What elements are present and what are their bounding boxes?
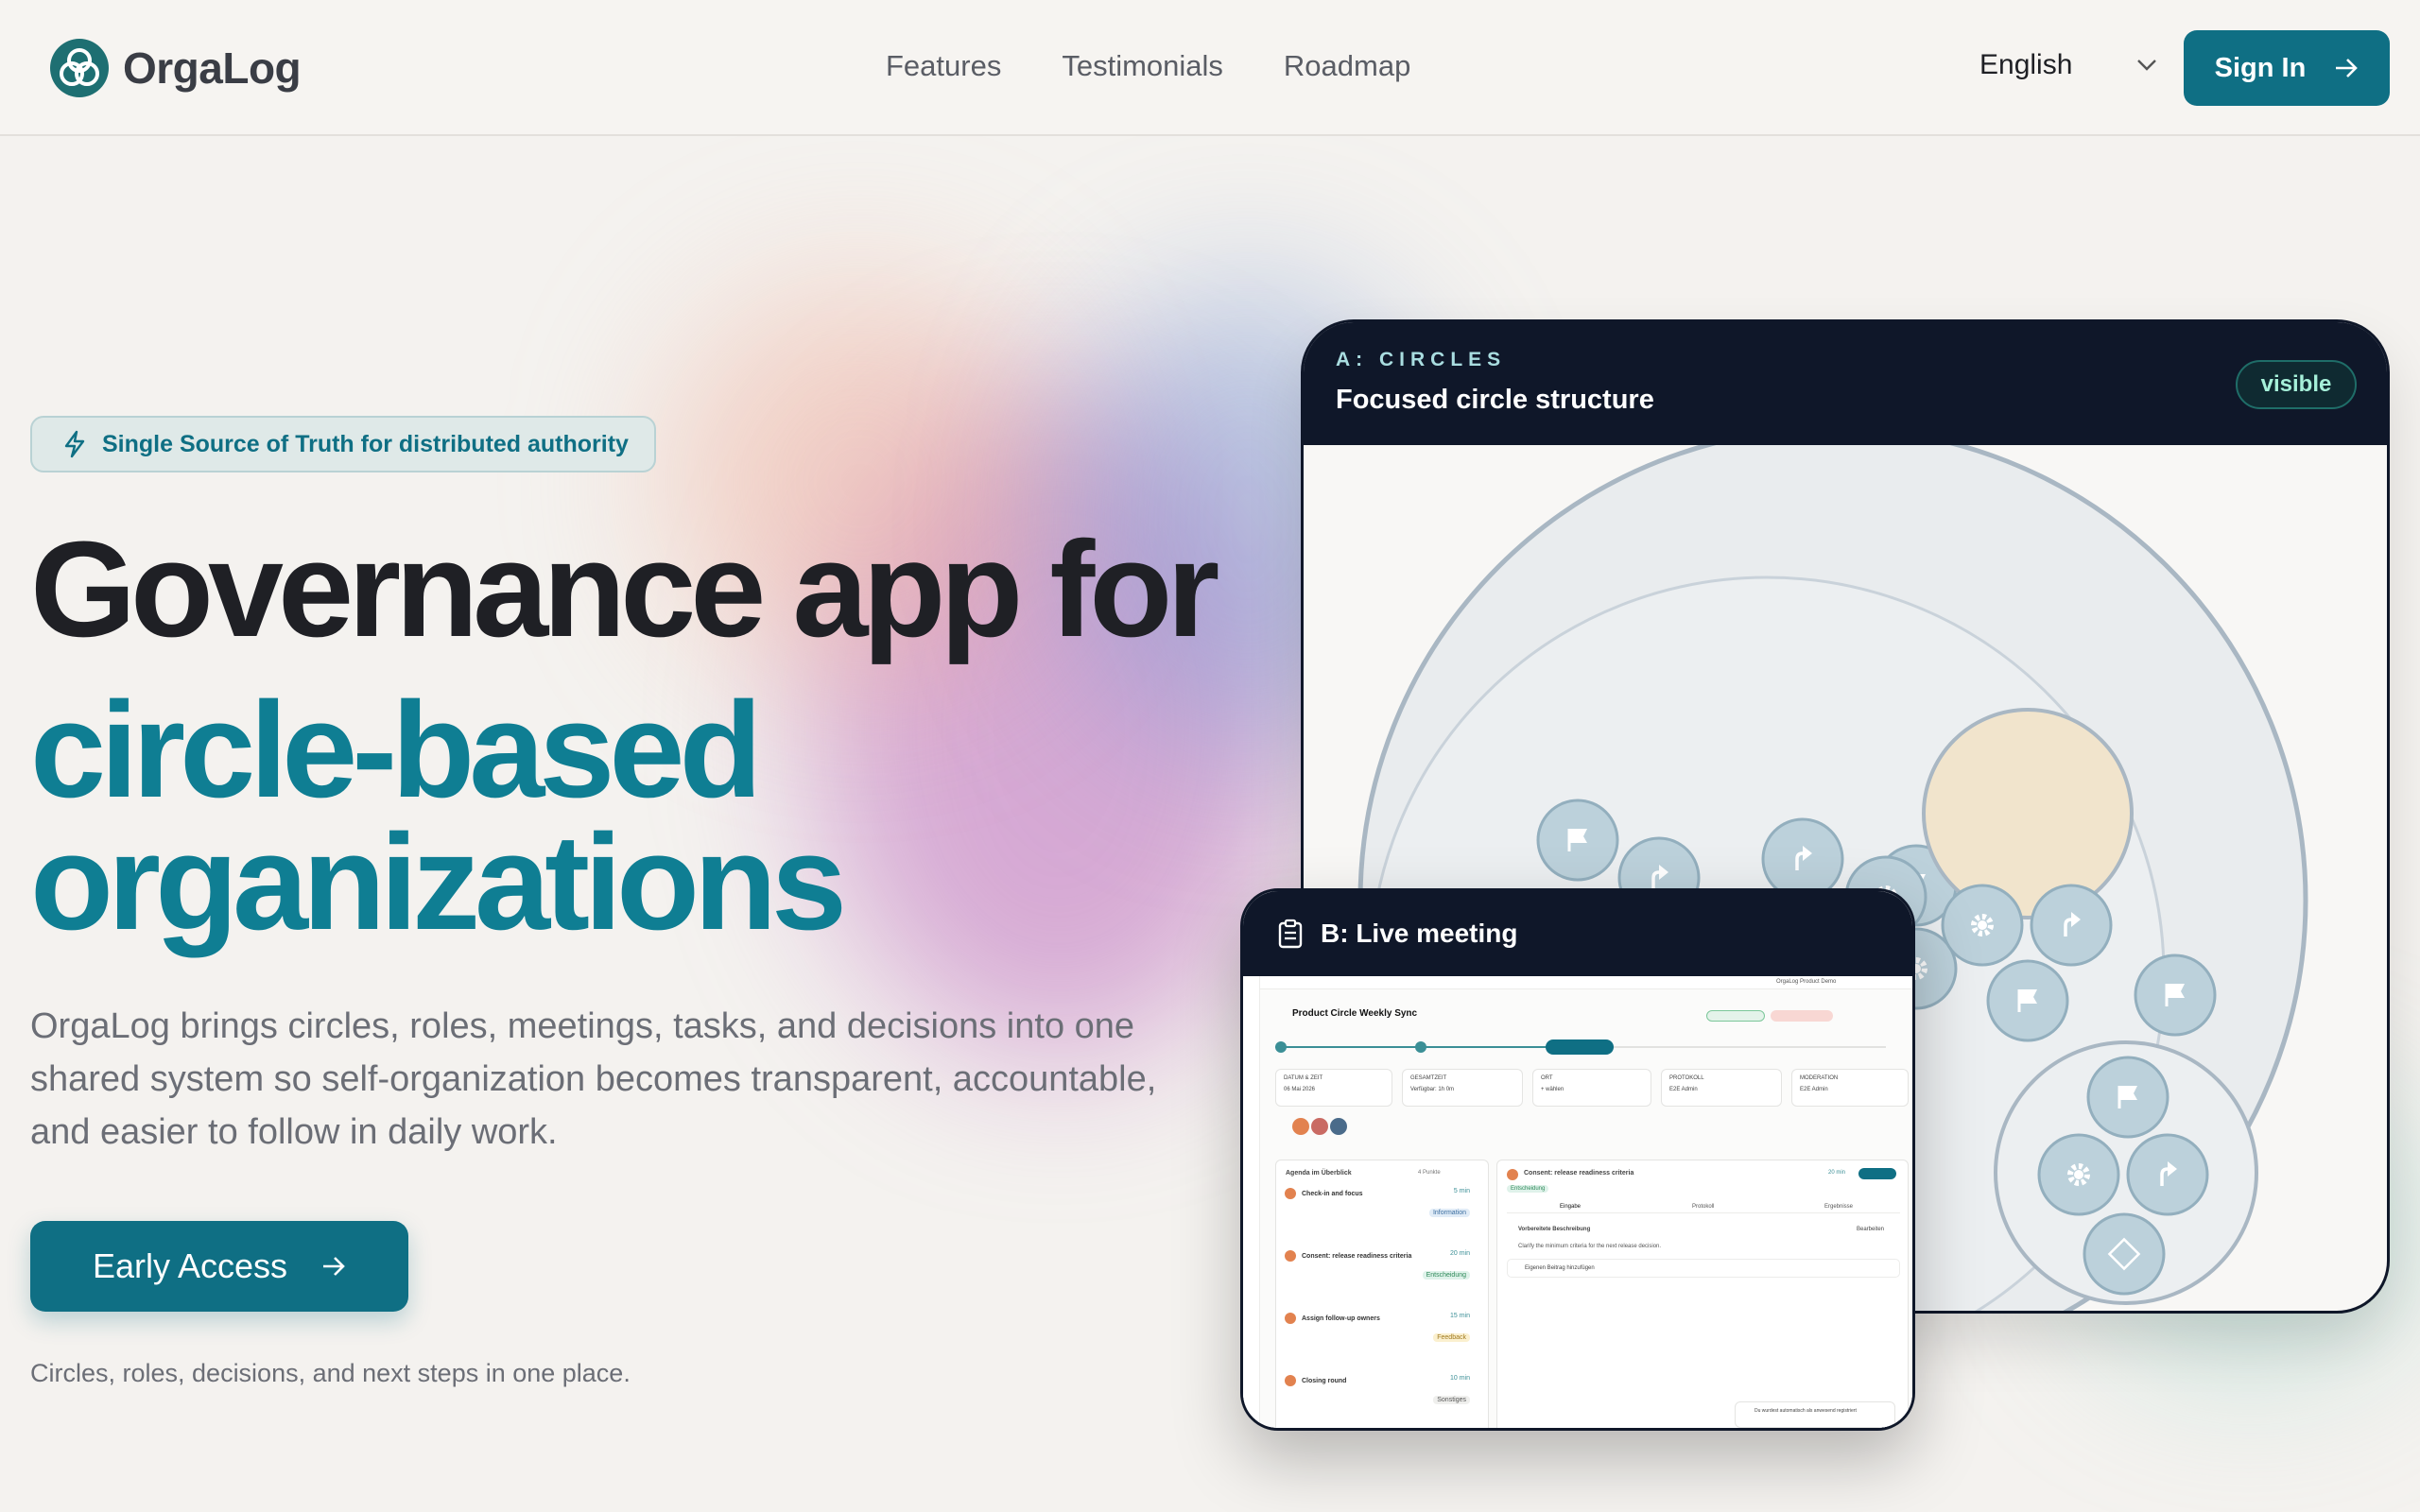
brand-logo[interactable]: OrgaLog (49, 38, 302, 98)
detail-text: Clarify the minimum criteria for the nex… (1518, 1244, 1662, 1249)
gear-icon (2067, 1163, 2090, 1186)
hero-title-line1: Governance app for (30, 513, 1219, 665)
sub-circle[interactable] (1922, 708, 2134, 919)
hero-title-line2: circle-based (30, 674, 762, 826)
meeting-card-title: B: Live meeting (1321, 919, 1518, 948)
early-access-label: Early Access (92, 1246, 288, 1285)
nav-testimonials[interactable]: Testimonials (1062, 49, 1223, 83)
edit-button[interactable]: Bearbeiten (1857, 1227, 1884, 1232)
workspace-name: OrgaLog Product Demo (1776, 979, 1837, 985)
meta-box: GESAMTZEIT Verfügbar: 1h 0m (1402, 1069, 1523, 1107)
agenda-title: Agenda im Überblick (1286, 1170, 1352, 1177)
language-value: English (1979, 49, 2073, 80)
agenda-panel: Agenda im Überblick 4 Punkte (1275, 1160, 1489, 1428)
background-glow (813, 397, 1305, 1058)
agenda-detail-panel: Consent: release readiness criteria Ents… (1496, 1160, 1909, 1428)
arrow-right-icon (2336, 59, 2359, 77)
detail-tabs: Eingabe Protokoll Ergebnisse (1507, 1202, 1900, 1213)
detail-title: Consent: release readiness criteria (1524, 1170, 1634, 1177)
toast: Du wurdest automatisch als anwesend regi… (1735, 1401, 1895, 1428)
circles-card-kicker: A: CIRCLES (1336, 349, 1507, 370)
mini-sidebar (1243, 976, 1260, 1428)
hero-subtext: Circles, roles, decisions, and next step… (30, 1359, 631, 1387)
circles-card-header: A: CIRCLES Focused circle structure visi… (1304, 322, 2387, 445)
hero-title-line3: organizations (30, 806, 847, 958)
detail-time: 20 min (1828, 1170, 1846, 1176)
sign-in-label: Sign In (2214, 52, 2307, 83)
status-chip (1706, 1010, 1765, 1022)
meta-box: DATUM & ZEIT 06 Mai 2026 (1275, 1069, 1392, 1107)
participant-avatars (1292, 1118, 1347, 1135)
tab-results[interactable]: Ergebnisse (1824, 1204, 1853, 1210)
main-nav: Features Testimonials Roadmap (886, 49, 1410, 83)
hero-badge: Single Source of Truth for distributed a… (30, 416, 656, 472)
live-meeting-card: B: Live meeting OrgaLog Product Demo Pro… (1240, 888, 1915, 1431)
meta-box: MODERATION E2E Admin (1791, 1069, 1909, 1107)
meeting-name: Product Circle Weekly Sync (1292, 1008, 1418, 1019)
logo-icon (50, 39, 109, 97)
tab-input[interactable]: Eingabe (1560, 1204, 1581, 1210)
visibility-badge: visible (2236, 360, 2357, 409)
clipboard-icon (1278, 919, 1303, 949)
avatar (1292, 1118, 1309, 1135)
add-contribution-button[interactable]: Eigenen Beitrag hinzufügen (1525, 1265, 1595, 1271)
sign-in-button[interactable]: Sign In (2184, 30, 2390, 106)
role-node[interactable] (2083, 1212, 2166, 1296)
add-contribution-field[interactable]: Eigenen Beitrag hinzufügen (1507, 1259, 1900, 1278)
chevron-down-icon (2137, 60, 2157, 71)
meeting-stepper (1275, 1040, 1886, 1055)
meta-box: PROTOKOLL E2E Admin (1661, 1069, 1782, 1107)
agenda-item[interactable]: Consent: release readiness criteria 20 mi… (1285, 1250, 1479, 1280)
tab-protocol[interactable]: Protokoll (1692, 1204, 1714, 1210)
gear-icon (1971, 914, 1994, 936)
lightning-icon (64, 430, 85, 458)
nav-roadmap[interactable]: Roadmap (1284, 49, 1410, 83)
agenda-item[interactable]: Check-in and focus 5 min Information (1285, 1188, 1479, 1217)
agenda-item[interactable]: Assign follow-up owners 15 min Feedback (1285, 1313, 1479, 1342)
status-chip (1771, 1010, 1833, 1022)
meeting-card-header: B: Live meeting (1243, 891, 1912, 976)
detail-tag: Entscheidung (1507, 1185, 1549, 1193)
early-access-button[interactable]: Early Access (30, 1221, 408, 1312)
start-button[interactable] (1858, 1168, 1896, 1179)
avatar (1311, 1118, 1328, 1135)
agenda-count: 4 Punkte (1418, 1170, 1441, 1176)
hero-lead: OrgaLog brings circles, roles, meetings,… (30, 1006, 1157, 1152)
hero-badge-text: Single Source of Truth for distributed a… (102, 430, 629, 457)
nav-features[interactable]: Features (886, 49, 1001, 83)
brand-name: OrgaLog (123, 43, 302, 93)
detail-section-title: Vorbereitete Beschreibung (1518, 1227, 1591, 1232)
top-navigation: OrgaLog Features Testimonials Roadmap En… (0, 0, 2420, 136)
meeting-screenshot: OrgaLog Product Demo Product Circle Week… (1243, 976, 1912, 1428)
arrow-right-icon (323, 1257, 345, 1276)
agenda-item[interactable]: Closing round 10 min Sonstiges (1285, 1375, 1479, 1404)
circles-card-title: Focused circle structure (1336, 385, 1654, 415)
language-select[interactable]: English (1979, 49, 2157, 81)
avatar (1330, 1118, 1347, 1135)
meta-box: ORT + wählen (1532, 1069, 1651, 1107)
